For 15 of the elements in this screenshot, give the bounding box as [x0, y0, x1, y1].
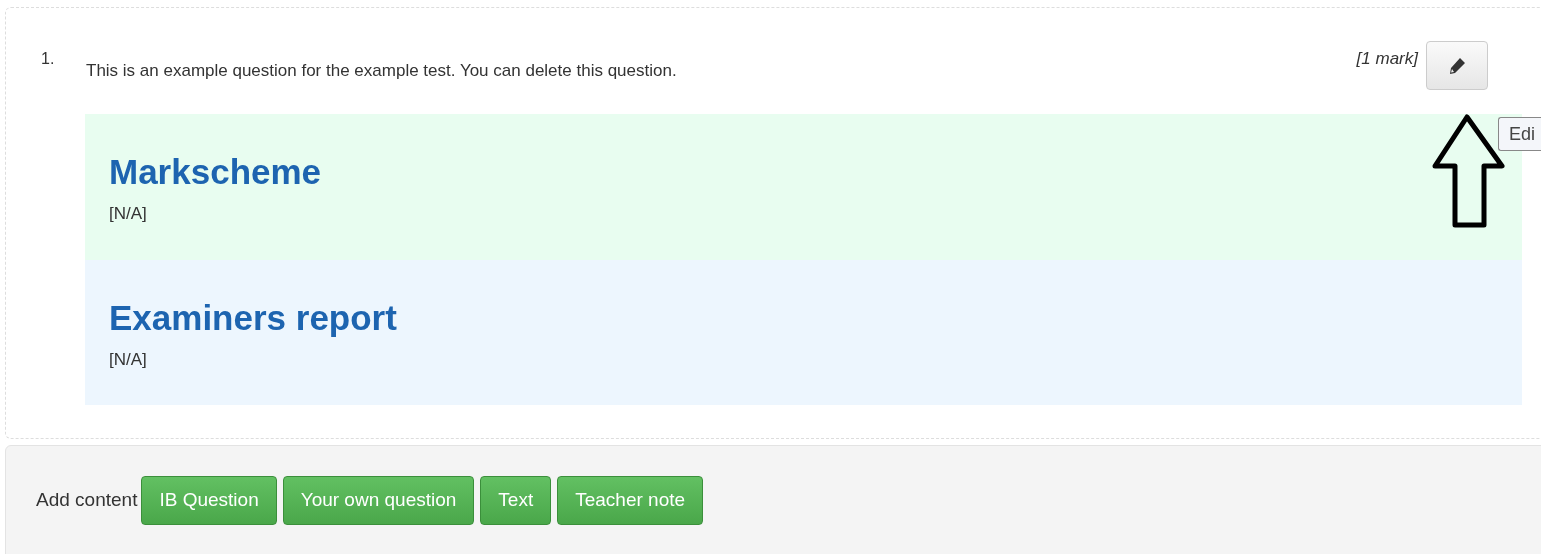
section-title: Examiners report — [109, 298, 398, 338]
section-body: [N/A] — [109, 204, 148, 224]
add-button[interactable]: IB Question — [141, 475, 277, 525]
tooltip: Edi — [1498, 117, 1541, 151]
question-text: This is an example question for the example test. You can delete this question. — [86, 61, 678, 81]
pencil-icon — [1447, 55, 1467, 76]
section-body: [N/A] — [109, 350, 148, 370]
add-content-label: Add content — [36, 489, 138, 511]
edit-button[interactable] — [1426, 41, 1488, 90]
add-button[interactable]: Your own question — [282, 475, 475, 525]
question-number: 1. — [41, 49, 56, 68]
section-title: Markscheme — [109, 152, 323, 192]
add-button[interactable]: Teacher note — [557, 475, 704, 525]
marks-label: [1 mark] — [1356, 49, 1418, 69]
add-button[interactable]: Text — [480, 475, 552, 525]
